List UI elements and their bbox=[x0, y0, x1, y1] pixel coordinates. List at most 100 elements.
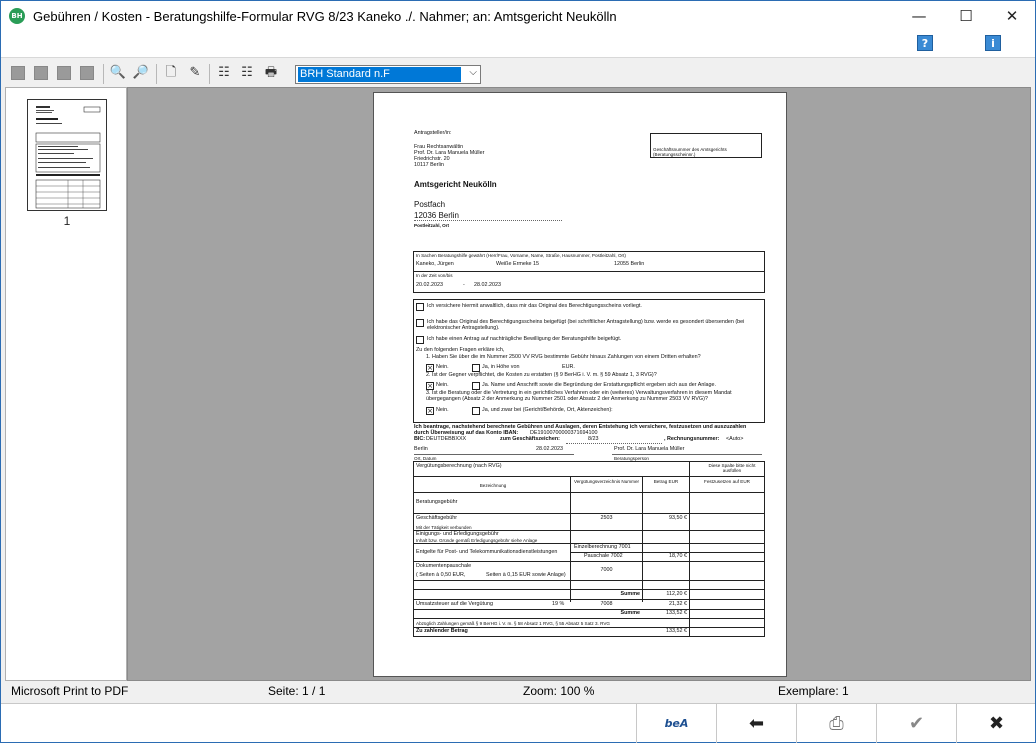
col-divider bbox=[642, 476, 643, 602]
q3-no-label: Nein. bbox=[436, 407, 449, 413]
toolbar-separator bbox=[209, 64, 210, 84]
row-geschaeft: Geschäftsgebühr bbox=[416, 515, 458, 521]
row-entgelt: Entgelte für Post- und Telekommunikation… bbox=[416, 549, 558, 555]
col-description: Bezeichnung bbox=[479, 483, 507, 488]
next-page-icon[interactable] bbox=[57, 66, 71, 80]
info-icon[interactable]: i bbox=[985, 35, 1001, 51]
template-select-value: BRH Standard n.F bbox=[298, 67, 461, 82]
row-divider bbox=[414, 513, 764, 514]
print-button[interactable]: ⎙ bbox=[796, 704, 876, 743]
ok-button[interactable]: ✔ bbox=[876, 704, 956, 743]
client-box: In Sachen Beratungshilfe gewährt (Herr/F… bbox=[413, 251, 765, 293]
reference-underline bbox=[566, 443, 662, 444]
postal-underline bbox=[414, 220, 562, 221]
case-number-box: Geschäftsnummer des Amtsgerichts (Beratu… bbox=[650, 133, 762, 158]
divider bbox=[414, 271, 764, 272]
sum2-label: Summe bbox=[620, 610, 640, 616]
q1-yes-checkbox[interactable] bbox=[472, 364, 480, 372]
row-entgelt-single: Einzelberechnung 7001 bbox=[574, 544, 631, 550]
row-divider bbox=[414, 609, 764, 610]
status-bar: Microsoft Print to PDF Seite: 1 / 1 Zoom… bbox=[5, 681, 1031, 701]
row-geschaeft-number: 2503 bbox=[600, 515, 613, 521]
postfach: Postfach bbox=[414, 200, 446, 209]
copies-indicator: Exemplare: 1 bbox=[778, 684, 849, 698]
row-divider bbox=[414, 580, 764, 581]
col-amount: Betrag EUR bbox=[653, 479, 679, 484]
page-setup-icon[interactable]: 🗋 bbox=[162, 64, 180, 82]
row-dokument-pages-a: ( Seiten à 0,50 EUR, bbox=[416, 572, 466, 578]
edit-icon[interactable]: ✎ bbox=[186, 64, 204, 82]
sum2-value: 133,52 € bbox=[666, 610, 687, 616]
q3-yes-checkbox[interactable] bbox=[472, 407, 480, 415]
first-page-icon[interactable] bbox=[11, 66, 25, 80]
zoom-out-icon[interactable]: 🔍 bbox=[109, 64, 127, 82]
back-button[interactable]: ⬅ bbox=[716, 704, 796, 743]
col-divider bbox=[570, 476, 571, 602]
court-name: Amtsgericht Neukölln bbox=[414, 180, 497, 189]
print-preview-icon[interactable]: 🖶 bbox=[262, 64, 280, 82]
document-page: Antragsteller/in: Frau Rechtsanwältin Pr… bbox=[373, 92, 787, 677]
zoom-indicator: Zoom: 100 % bbox=[523, 684, 595, 698]
declaration-box: Ich versichere hiermit anwaltlich, dass … bbox=[413, 299, 765, 423]
checkbox-subsequent-approval[interactable] bbox=[416, 336, 424, 344]
checkbox-original-present[interactable] bbox=[416, 303, 424, 311]
q1-no-label: Nein. bbox=[436, 364, 449, 370]
postleitzahl-label: Postleitzahl, Ort bbox=[414, 223, 449, 228]
check2-label: Ich habe das Original des Berechtigungss… bbox=[427, 319, 745, 331]
sender-line: 10117 Berlin bbox=[414, 162, 444, 168]
previous-page-icon[interactable] bbox=[34, 66, 48, 80]
bea-button[interactable]: beA bbox=[636, 704, 716, 743]
thumbnail-page-number: 1 bbox=[63, 214, 71, 228]
sum-value: 112,20 € bbox=[666, 591, 687, 597]
deduction-label: Abzüglich Zahlungen gemäß § 9 BerHG i. V… bbox=[416, 621, 610, 626]
toolbar-separator bbox=[103, 64, 104, 84]
signature-line bbox=[414, 454, 574, 455]
row-divider bbox=[414, 492, 764, 493]
single-page-icon[interactable]: ☷ bbox=[215, 64, 233, 82]
period-to: 28.02.2023 bbox=[474, 282, 501, 288]
question-3: 3. Ist die Beratung oder die Vertretung … bbox=[426, 390, 732, 402]
window-title: Gebühren / Kosten - Beratungshilfe-Formu… bbox=[33, 9, 617, 24]
q2-no-checkbox[interactable]: × bbox=[426, 382, 434, 390]
row-entgelt-flat: Pauschale 7002 bbox=[584, 553, 623, 559]
zoom-in-icon[interactable]: 🔎 bbox=[132, 64, 150, 82]
toolbar-separator bbox=[156, 64, 157, 84]
q1-eur-label: EUR. bbox=[562, 364, 575, 370]
checkbox-original-attached[interactable] bbox=[416, 319, 424, 327]
total-label: Zu zahlender Betrag bbox=[416, 628, 468, 634]
page-thumbnail[interactable] bbox=[27, 99, 107, 211]
title-bar: BH Gebühren / Kosten - Beratungshilfe-Fo… bbox=[1, 1, 1035, 32]
cancel-button[interactable]: ✖ bbox=[956, 704, 1036, 743]
minimize-button[interactable]: — bbox=[896, 1, 942, 32]
row-dokument-pages-b: Seiten à 0,15 EUR sowie Anlage) bbox=[486, 572, 566, 578]
q2-no-label: Nein. bbox=[436, 382, 449, 388]
q3-yes-label: Ja, und zwar bei (Gericht/Behörde, Ort, … bbox=[482, 407, 613, 413]
maximize-button[interactable]: ☐ bbox=[943, 1, 989, 32]
fees-title: Vergütungsberechnung (nach RVG) bbox=[416, 463, 502, 469]
vat-rate: 19 % bbox=[552, 601, 565, 607]
q2-yes-checkbox[interactable] bbox=[472, 382, 480, 390]
client-name: Kaneko, Jürgen bbox=[416, 261, 454, 267]
help-icon[interactable]: ? bbox=[917, 35, 933, 51]
vat-number: 7008 bbox=[600, 601, 613, 607]
q1-no-checkbox[interactable]: × bbox=[426, 364, 434, 372]
app-icon: BH bbox=[9, 8, 25, 24]
case-number-label: Geschäftsnummer des Amtsgerichts (Beratu… bbox=[653, 147, 727, 158]
main-window: BH Gebühren / Kosten - Beratungshilfe-Fo… bbox=[0, 0, 1036, 743]
row-dokument: Dokumentenpauschale bbox=[416, 563, 472, 569]
last-page-icon[interactable] bbox=[80, 66, 94, 80]
client-header: In Sachen Beratungshilfe gewährt (Herr/F… bbox=[416, 253, 626, 258]
row-entgelt-amount: 18,70 € bbox=[669, 553, 687, 559]
q3-no-checkbox[interactable]: × bbox=[426, 407, 434, 415]
signature-line bbox=[612, 454, 762, 455]
fees-side-note: Diese Spalte bitte nicht ausfüllen bbox=[708, 463, 756, 474]
period-label: In der Zeit von/bis bbox=[416, 273, 453, 278]
page-indicator: Seite: 1 / 1 bbox=[268, 684, 326, 698]
question-1: 1. Haben Sie über die im Nummer 2500 VV … bbox=[426, 354, 701, 360]
help-bar: ? i bbox=[1, 32, 1035, 58]
multi-page-icon[interactable]: ☷ bbox=[238, 64, 256, 82]
close-button[interactable]: ✕ bbox=[989, 1, 1035, 32]
template-select[interactable]: BRH Standard n.F ⌵ bbox=[295, 65, 481, 84]
chevron-down-icon[interactable]: ⌵ bbox=[469, 67, 477, 78]
check3-label: Ich habe einen Antrag auf nachträgliche … bbox=[427, 336, 622, 342]
